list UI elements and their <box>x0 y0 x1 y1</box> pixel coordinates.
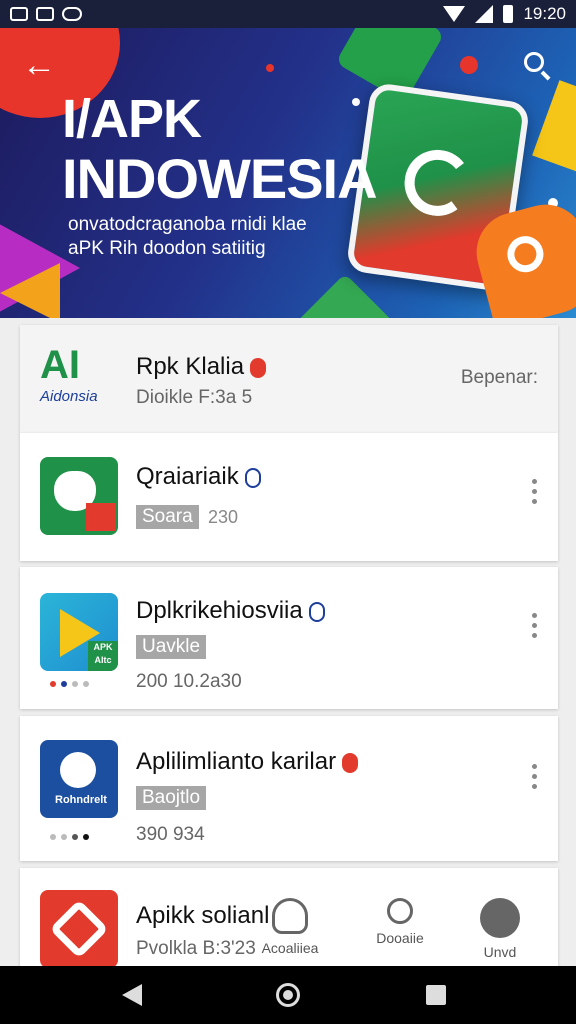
more-options-button[interactable] <box>532 613 538 643</box>
signal-icon <box>475 5 494 23</box>
status-time: 19:20 <box>523 4 566 23</box>
back-button[interactable]: ← <box>22 48 56 84</box>
verified-icon <box>250 357 267 378</box>
app-icon <box>40 457 118 535</box>
search-icon <box>524 52 544 72</box>
tab-categories[interactable]: Acoaliiea <box>240 890 340 966</box>
verified-icon <box>308 601 325 622</box>
hero-decoration <box>266 64 274 72</box>
app-name: Dplkrikehiosviia <box>136 597 325 625</box>
system-nav-bar <box>0 966 576 1024</box>
app-screen: 19:20 ← I/APK INDOWESIA onvatodcraganoba… <box>0 0 576 1024</box>
featured-app-logo: AI Aidonsia <box>40 343 98 405</box>
featured-action-button[interactable]: Bepenar: <box>461 367 538 389</box>
verified-icon <box>244 467 261 488</box>
tab-download[interactable]: Dooaiie <box>350 890 450 966</box>
hero-title-line1: I/APK <box>62 89 202 149</box>
hero-decoration <box>0 263 60 318</box>
verified-icon <box>342 752 359 773</box>
app-name: Rpk Klalia <box>136 353 267 381</box>
hero-decoration <box>532 80 576 176</box>
list-item[interactable]: Rohndrelt Aplilimlianto karilar Baojtlo … <box>20 716 558 861</box>
app-meta: 200 10.2a30 <box>136 671 242 692</box>
bottom-tab-bar: Acoaliiea Dooaiie Unvd <box>240 890 560 966</box>
category-badge: Soara <box>136 505 199 529</box>
more-options-button[interactable] <box>532 764 538 794</box>
hero-decoration <box>352 98 360 106</box>
list-item[interactable]: APK AItc Dplkrikehiosviia Uavkle 200 10.… <box>20 567 558 709</box>
hero-title-line2: INDOWESIA <box>62 147 378 210</box>
profile-icon <box>272 898 308 934</box>
nav-back-icon[interactable] <box>122 984 142 1006</box>
wifi-icon <box>443 6 466 22</box>
user-icon <box>387 898 413 924</box>
app-icon: APK AItc <box>40 593 118 671</box>
app-subtitle: Dioikle F:3a 5 <box>136 387 253 408</box>
status-bar: 19:20 <box>0 0 576 28</box>
hero-decoration <box>295 273 395 318</box>
app-icon <box>40 890 118 968</box>
chat-icon <box>480 898 520 938</box>
carousel-dots <box>50 681 89 687</box>
featured-app-card[interactable]: AI Aidonsia Rpk Klalia Dioikle F:3a 5 Be… <box>20 325 558 433</box>
list-item[interactable]: Qraiariaik Soara 230 <box>20 433 558 561</box>
category-badge: Baojtlo <box>136 786 207 810</box>
hero-decoration <box>460 56 478 74</box>
nav-home-icon[interactable] <box>276 983 300 1007</box>
tab-updates[interactable]: Unvd <box>450 890 550 966</box>
battery-icon <box>503 5 514 23</box>
app-subtitle: Pvolkla B:3'23 <box>136 938 256 959</box>
nav-recents-icon[interactable] <box>426 985 446 1005</box>
image-notification-icon <box>36 7 54 21</box>
carousel-dots <box>50 834 89 840</box>
category-badge: Uavkle <box>136 635 207 659</box>
app-meta: 230 <box>208 507 239 527</box>
app-name: Aplilimlianto karilar <box>136 748 359 776</box>
notification-icon <box>10 7 28 21</box>
hero-subtitle-line1: onvatodcraganoba rnidi klae <box>68 214 307 235</box>
app-name: Qraiariaik <box>136 463 261 491</box>
app-notification-icon <box>62 7 82 21</box>
hero-banner: ← I/APK INDOWESIA onvatodcraganoba rnidi… <box>0 28 576 318</box>
hero-subtitle-line2: aPK Rih doodon satiitig <box>68 238 266 259</box>
app-icon: Rohndrelt <box>40 740 118 818</box>
app-meta: 390 934 <box>136 824 205 845</box>
search-button[interactable] <box>524 52 554 82</box>
more-options-button[interactable] <box>532 479 538 509</box>
